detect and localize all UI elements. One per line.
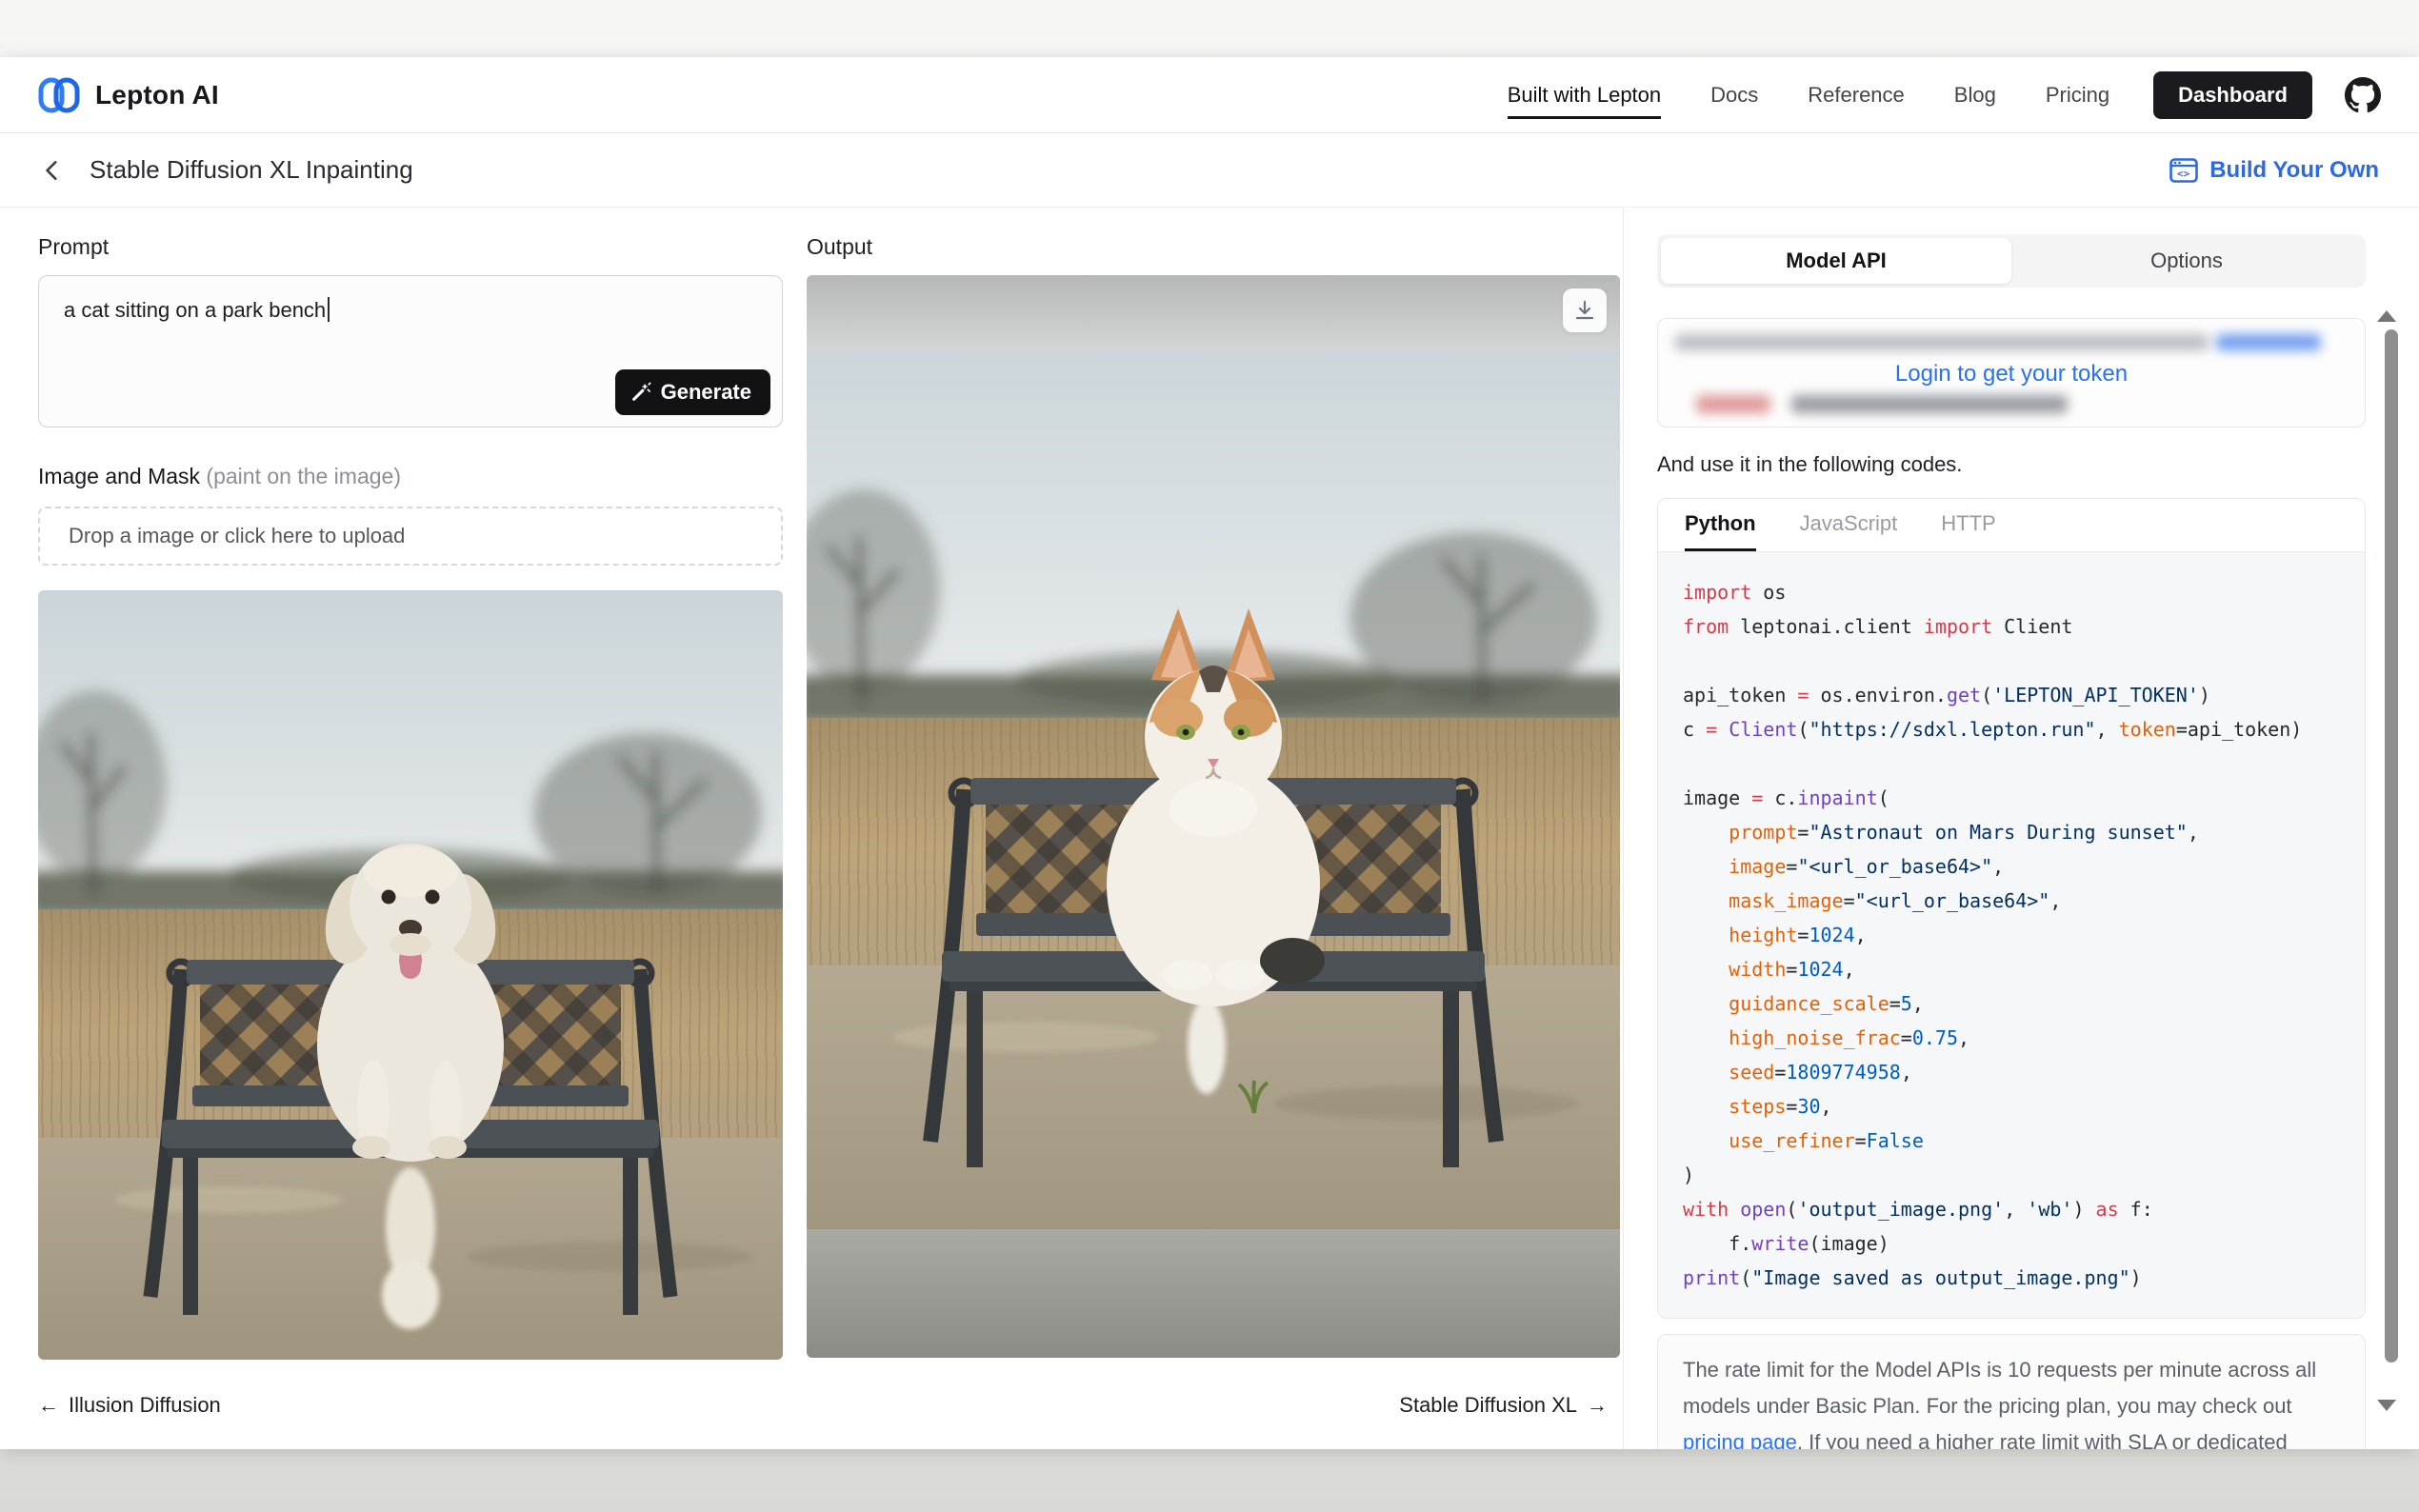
arrow-left-icon: ← bbox=[38, 1393, 59, 1418]
cat-photo-illustration bbox=[807, 351, 1620, 1229]
prev-model-link[interactable]: ← Illusion Diffusion bbox=[38, 1393, 221, 1418]
chevron-left-icon[interactable] bbox=[40, 158, 65, 183]
code-line: from leptonai.client import Client bbox=[1683, 609, 2340, 644]
code-line: image="<url_or_base64>", bbox=[1683, 849, 2340, 884]
prompt-value: a cat sitting on a park bench bbox=[64, 298, 326, 322]
nav-pricing[interactable]: Pricing bbox=[2046, 66, 2109, 125]
mask-label: Image and Mask bbox=[38, 464, 200, 488]
main-area: Prompt a cat sitting on a park bench Gen… bbox=[0, 208, 1624, 1449]
code-window-icon: <> bbox=[2169, 158, 2198, 183]
blurred-code-text bbox=[1791, 395, 2068, 413]
output-image-cat-on-bench bbox=[807, 275, 1620, 1358]
nav-built-with-lepton[interactable]: Built with Lepton bbox=[1508, 66, 1661, 125]
build-your-own-label: Build Your Own bbox=[2209, 157, 2379, 184]
code-line: mask_image="<url_or_base64>", bbox=[1683, 884, 2340, 918]
code-tab-python[interactable]: Python bbox=[1685, 499, 1756, 551]
svg-text:<>: <> bbox=[2177, 168, 2190, 180]
rate-note-text: The rate limit for the Model APIs is 10 … bbox=[1683, 1358, 2316, 1418]
content: Prompt a cat sitting on a park bench Gen… bbox=[0, 208, 2419, 1449]
page-header: Stable Diffusion XL Inpainting <> Build … bbox=[0, 133, 2419, 208]
code-line: seed=1809774958, bbox=[1683, 1055, 2340, 1089]
code-line: c = Client("https://sdxl.lepton.run", to… bbox=[1683, 712, 2340, 746]
build-your-own-link[interactable]: <> Build Your Own bbox=[2169, 157, 2379, 184]
rate-limit-note: The rate limit for the Model APIs is 10 … bbox=[1657, 1334, 2366, 1449]
scrollbar-up-arrow[interactable] bbox=[2377, 310, 2396, 322]
token-box: Login to get your token bbox=[1657, 318, 2366, 428]
pager-row: ← Illusion Diffusion Stable Diffusion XL… bbox=[38, 1362, 1615, 1449]
panel-tabs: Model APIOptions bbox=[1657, 234, 2366, 288]
code-line: use_refiner=False bbox=[1683, 1124, 2340, 1158]
code-line: image = c.inpaint( bbox=[1683, 781, 2340, 815]
next-model-link[interactable]: Stable Diffusion XL → bbox=[1399, 1393, 1608, 1418]
generate-button[interactable]: Generate bbox=[615, 369, 770, 415]
code-line: with open('output_image.png', 'wb') as f… bbox=[1683, 1192, 2340, 1226]
use-codes-text: And use it in the following codes. bbox=[1657, 452, 2366, 477]
code-line: import os bbox=[1683, 575, 2340, 609]
top-nav: Lepton AI Built with Lepton Docs Reference… bbox=[0, 57, 2419, 133]
upload-dropzone[interactable]: Drop a image or click here to upload bbox=[38, 507, 783, 566]
input-column: Prompt a cat sitting on a park bench Gen… bbox=[38, 234, 783, 1360]
code-line: steps=30, bbox=[1683, 1089, 2340, 1124]
code-language-tabs: Python JavaScript HTTP bbox=[1658, 499, 2365, 552]
code-card: Python JavaScript HTTP import osfrom lepto… bbox=[1657, 498, 2366, 1319]
download-output-button[interactable] bbox=[1563, 288, 1607, 332]
input-image-dog-on-bench[interactable] bbox=[38, 590, 783, 1360]
magic-wand-icon bbox=[630, 382, 651, 403]
blurred-link bbox=[2216, 334, 2321, 350]
code-line: high_noise_frac=0.75, bbox=[1683, 1021, 2340, 1055]
code-line: guidance_scale=5, bbox=[1683, 986, 2340, 1021]
generate-label: Generate bbox=[661, 380, 751, 405]
nav-reference[interactable]: Reference bbox=[1808, 66, 1905, 125]
output-column: Output bbox=[807, 234, 1620, 1360]
code-block[interactable]: import osfrom leptonai.client import Cli… bbox=[1658, 552, 2365, 1318]
main-nav: Built with Lepton Docs Reference Blog Pricin… bbox=[1508, 66, 2109, 125]
output-letterbox-top bbox=[807, 275, 1620, 351]
code-line: f.write(image) bbox=[1683, 1226, 2340, 1261]
dashboard-button[interactable]: Dashboard bbox=[2153, 71, 2312, 119]
tab-options[interactable]: Options bbox=[2011, 238, 2362, 284]
code-tab-http[interactable]: HTTP bbox=[1941, 499, 1995, 551]
next-model-label: Stable Diffusion XL bbox=[1399, 1393, 1577, 1418]
mask-hint: (paint on the image) bbox=[206, 464, 401, 488]
scrollbar-down-arrow[interactable] bbox=[2377, 1400, 2396, 1411]
prompt-label: Prompt bbox=[38, 234, 783, 260]
dropzone-label: Drop a image or click here to upload bbox=[69, 524, 405, 548]
blurred-code-keyword bbox=[1696, 395, 1770, 413]
scrollbar-thumb[interactable] bbox=[2385, 329, 2398, 1363]
code-line: width=1024, bbox=[1683, 952, 2340, 986]
brand-name: Lepton AI bbox=[95, 80, 219, 110]
output-letterbox-bottom bbox=[807, 1229, 1620, 1358]
api-panel: Model APIOptions Login to get your token… bbox=[1624, 208, 2419, 1449]
download-icon bbox=[1573, 299, 1596, 322]
prev-model-label: Illusion Diffusion bbox=[69, 1393, 221, 1418]
code-line bbox=[1683, 644, 2340, 678]
tab-model-api[interactable]: Model API bbox=[1661, 238, 2011, 284]
lepton-logo-icon bbox=[38, 77, 80, 113]
code-line: ) bbox=[1683, 1158, 2340, 1192]
text-caret bbox=[328, 297, 330, 322]
code-line: print("Image saved as output_image.png") bbox=[1683, 1261, 2340, 1295]
arrow-right-icon: → bbox=[1587, 1393, 1608, 1418]
code-line: height=1024, bbox=[1683, 918, 2340, 952]
blurred-text bbox=[1675, 334, 2209, 350]
code-tab-javascript[interactable]: JavaScript bbox=[1800, 499, 1898, 551]
code-line bbox=[1683, 746, 2340, 781]
pricing-page-link[interactable]: pricing page bbox=[1683, 1430, 1797, 1449]
code-line: prompt="Astronaut on Mars During sunset"… bbox=[1683, 815, 2340, 849]
app-window: Lepton AI Built with Lepton Docs Reference… bbox=[0, 57, 2419, 1449]
mask-section-label: Image and Mask (paint on the image) bbox=[38, 464, 783, 489]
login-token-link[interactable]: Login to get your token bbox=[1658, 361, 2365, 388]
nav-docs[interactable]: Docs bbox=[1710, 66, 1758, 125]
brand[interactable]: Lepton AI bbox=[38, 77, 219, 113]
github-icon[interactable] bbox=[2345, 77, 2381, 113]
nav-blog[interactable]: Blog bbox=[1954, 66, 1996, 125]
code-line: api_token = os.environ.get('LEPTON_API_T… bbox=[1683, 678, 2340, 712]
page-title: Stable Diffusion XL Inpainting bbox=[90, 155, 413, 185]
prompt-input[interactable]: a cat sitting on a park bench Generate bbox=[38, 275, 783, 428]
output-label: Output bbox=[807, 234, 1620, 260]
dog-photo-illustration bbox=[38, 590, 783, 1360]
